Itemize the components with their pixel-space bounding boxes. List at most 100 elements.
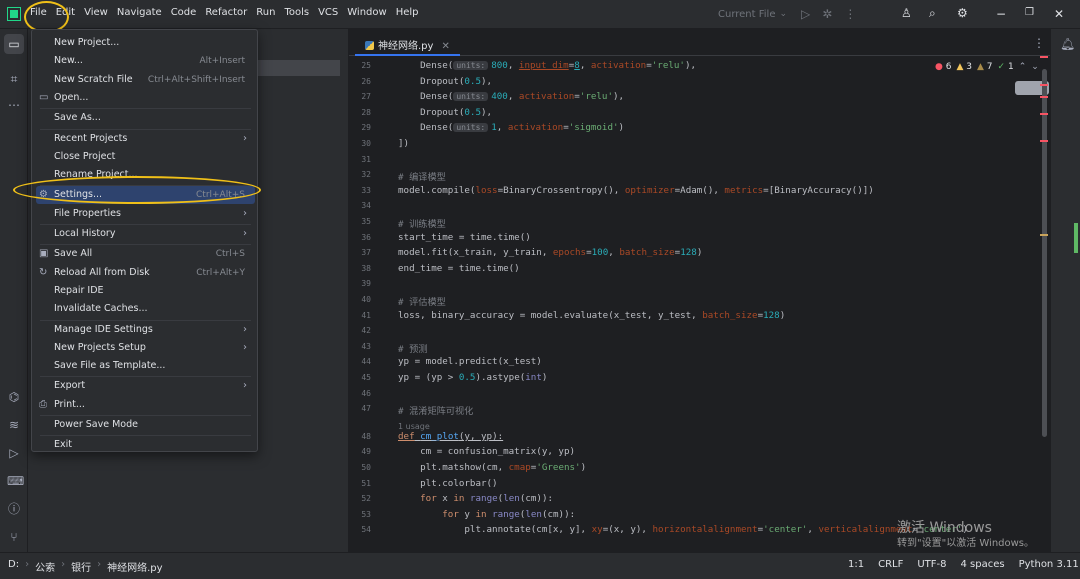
menu-item-new-project[interactable]: New Project... — [36, 34, 255, 52]
user-icon[interactable]: ♙ — [901, 7, 912, 19]
breadcrumb-item[interactable]: D: — [8, 559, 19, 574]
code-line[interactable]: Dense(units: 1, activation='sigmoid') — [398, 122, 624, 133]
code-line[interactable]: end_time = time.time() — [398, 263, 520, 274]
settings-gear-icon[interactable]: ⚙ — [957, 7, 968, 19]
menu-help[interactable]: Help — [396, 7, 419, 18]
menu-item-invalidate-caches[interactable]: Invalidate Caches... — [36, 300, 255, 318]
menu-item-save-file-as-template[interactable]: Save File as Template... — [36, 357, 255, 375]
code-line[interactable]: def cm_plot(y, yp): — [398, 431, 503, 442]
editor-scrollbar[interactable] — [1042, 69, 1047, 437]
vertical-scroll-thumb[interactable] — [1074, 223, 1078, 253]
code-line[interactable]: # 评估模型 — [398, 294, 446, 308]
line-separator[interactable]: CRLF — [878, 559, 903, 570]
tab-options-icon[interactable]: ⋮ — [1033, 37, 1045, 49]
code-line[interactable]: # 编译模型 — [398, 169, 446, 183]
git-icon[interactable]: ⑂ — [7, 531, 21, 543]
menu-tools[interactable]: Tools — [284, 7, 309, 18]
editor-tab[interactable]: 神经网络.py ✕ — [355, 29, 460, 56]
line-number: 36 — [361, 232, 371, 242]
menu-item-open[interactable]: ▭ Open... — [36, 89, 255, 107]
menu-item-recent-projects[interactable]: Recent Projects › — [36, 130, 255, 148]
notifications-icon[interactable]: 🔔︎ — [1060, 38, 1075, 50]
code-line[interactable]: plt.matshow(cm, cmap='Greens') — [398, 462, 586, 473]
code-line[interactable]: start_time = time.time() — [398, 232, 531, 243]
code-line[interactable]: # 训练模型 — [398, 216, 446, 230]
structure-icon[interactable]: ⌗ — [7, 73, 21, 85]
menu-code[interactable]: Code — [171, 7, 197, 18]
terminal-icon[interactable]: ⌨ — [7, 475, 24, 487]
code-line[interactable]: for y in range(len(cm)): — [398, 509, 575, 520]
menu-item-file-properties[interactable]: File Properties › — [36, 205, 255, 223]
menu-vcs[interactable]: VCS — [318, 7, 338, 18]
run-icon[interactable]: ▷ — [801, 8, 810, 20]
menu-item-close-project[interactable]: Close Project — [36, 148, 255, 166]
code-line[interactable]: plt.annotate(cm[x, y], xy=(x, y), horizo… — [398, 524, 968, 535]
menu-item-new-projects-setup[interactable]: New Projects Setup › — [36, 339, 255, 357]
more-actions-icon[interactable]: ⋮ — [844, 8, 856, 20]
code-line[interactable]: for x in range(len(cm)): — [398, 493, 553, 504]
project-tree-selected-row[interactable] — [258, 60, 340, 76]
menu-view[interactable]: View — [84, 7, 108, 18]
code-line[interactable]: plt.colorbar() — [398, 478, 497, 489]
breadcrumb-item[interactable]: 公索 — [35, 559, 55, 574]
code-line[interactable]: # 混淆矩阵可视化 — [398, 403, 473, 417]
code-line[interactable]: loss, binary_accuracy = model.evaluate(x… — [398, 310, 785, 321]
maximize-button[interactable]: ❐ — [1025, 7, 1034, 18]
menu-navigate[interactable]: Navigate — [117, 7, 162, 18]
menu-item-manage-ide-settings[interactable]: Manage IDE Settings › — [36, 321, 255, 339]
chevron-right-icon: › — [243, 341, 247, 353]
code-line[interactable]: Dense(units: 400, activation='relu'), — [398, 91, 624, 102]
code-line[interactable]: Dropout(0.5), — [398, 76, 492, 87]
code-line[interactable]: model.compile(loss=BinaryCrossentropy(),… — [398, 185, 874, 196]
code-line[interactable]: ]) — [398, 138, 409, 149]
run-config-selector[interactable]: Current File — [718, 9, 775, 20]
close-button[interactable]: ✕ — [1054, 7, 1064, 21]
status-bar: D: › 公索 › 银行 › 神经网络.py 1:1 CRLF UTF-8 4 spaces… — [0, 552, 1080, 579]
menu-item-repair-ide[interactable]: Repair IDE — [36, 282, 255, 300]
layers-icon[interactable]: ≋ — [7, 419, 21, 431]
menu-run[interactable]: Run — [256, 7, 275, 18]
menu-item-exit[interactable]: Exit — [36, 436, 255, 454]
title-bar: File Edit View Navigate Code Refactor Run Tools… — [0, 0, 1080, 29]
more-tools-icon[interactable]: ⋯ — [7, 99, 21, 111]
breadcrumb-item[interactable]: 银行 — [71, 559, 91, 574]
code-line[interactable]: # 预测 — [398, 341, 427, 355]
python-packages-icon[interactable]: ⌬ — [7, 391, 21, 403]
file-encoding[interactable]: UTF-8 — [917, 559, 946, 570]
debug-icon[interactable]: ✲ — [822, 8, 832, 20]
menu-item-export[interactable]: Export › — [36, 377, 255, 395]
menu-item-reload-all-from-disk[interactable]: ↻ Reload All from Disk Ctrl+Alt+Y — [36, 264, 255, 282]
usage-hint[interactable]: 1 usage — [398, 422, 430, 431]
services-icon[interactable]: ▷ — [7, 447, 21, 459]
line-number: 46 — [361, 388, 371, 398]
close-tab-icon[interactable]: ✕ — [441, 41, 449, 52]
caret-position[interactable]: 1:1 — [848, 559, 864, 570]
search-icon[interactable]: ⌕ — [929, 7, 936, 19]
menu-item-local-history[interactable]: Local History › — [36, 225, 255, 243]
menu-item-print[interactable]: ⎙ Print... — [36, 396, 255, 414]
line-number: 38 — [361, 263, 371, 273]
problems-icon[interactable]: ⓘ — [7, 503, 21, 515]
code-line[interactable]: yp = (yp > 0.5).astype(int) — [398, 372, 547, 383]
code-line[interactable]: Dense(units: 800, input_dim=8, activation… — [398, 60, 696, 71]
menu-item-power-save-mode[interactable]: Power Save Mode — [36, 416, 255, 434]
menu-item-save-as[interactable]: Save As... — [36, 109, 255, 127]
menu-window[interactable]: Window — [347, 7, 386, 18]
code-line[interactable]: model.fit(x_train, y_train, epochs=100, … — [398, 247, 702, 258]
menu-item-new[interactable]: New... Alt+Insert — [36, 52, 255, 70]
code-line[interactable]: yp = model.predict(x_test) — [398, 356, 542, 367]
breadcrumb-separator: › — [97, 559, 102, 570]
chevron-down-icon[interactable]: ⌄ — [779, 8, 787, 20]
code-line[interactable]: Dropout(0.5), — [398, 107, 492, 118]
python-interpreter[interactable]: Python 3.11 — [1019, 559, 1079, 570]
code-area[interactable]: Dense(units: 800, input_dim=8, activation… — [398, 56, 1038, 552]
menu-item-new-scratch-file[interactable]: New Scratch File Ctrl+Alt+Shift+Insert — [36, 71, 255, 89]
folder-icon: ▭ — [39, 91, 49, 103]
minimize-button[interactable]: − — [996, 7, 1006, 21]
app-logo-icon — [7, 7, 21, 21]
menu-refactor[interactable]: Refactor — [205, 7, 247, 18]
menu-item-save-all[interactable]: ▣ Save All Ctrl+S — [36, 245, 255, 263]
code-line[interactable]: cm = confusion_matrix(y, yp) — [398, 446, 575, 457]
breadcrumb-item[interactable]: 神经网络.py — [107, 559, 162, 574]
indent-setting[interactable]: 4 spaces — [961, 559, 1005, 570]
